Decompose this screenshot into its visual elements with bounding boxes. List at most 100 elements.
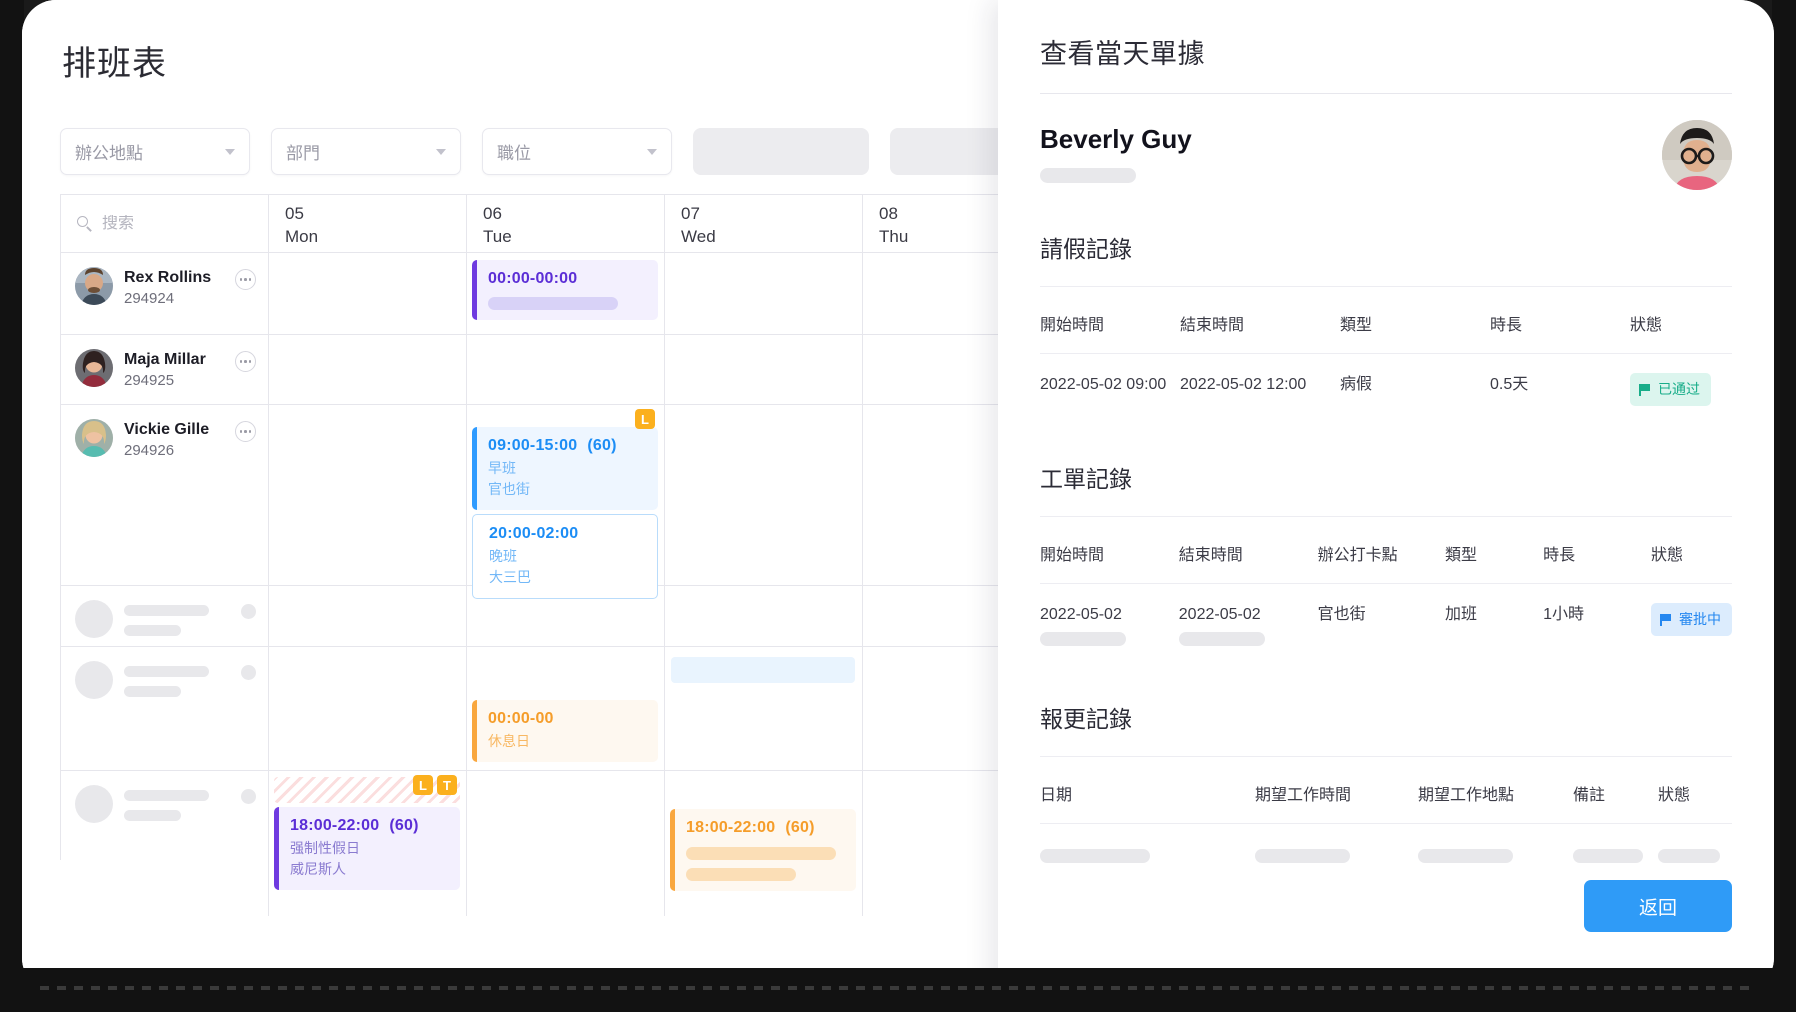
employee-text: Rex Rollins 294924 — [124, 267, 224, 310]
shift-cell-mon[interactable] — [269, 405, 467, 585]
shift-cell-wed[interactable] — [665, 586, 863, 646]
shift-card[interactable]: 09:00-15:00 (60) 早班 官也街 — [472, 427, 658, 510]
app-page: 排班表 辦公地點 部門 職位 搜索 05 Mon 06 Tue 07 Wed 0… — [22, 0, 1774, 992]
filter-office-location[interactable]: 辦公地點 — [60, 128, 250, 175]
employee-cell[interactable]: Maja Millar 294925 — [61, 335, 269, 404]
shift-time-range: 18:00-22:00 — [290, 817, 380, 834]
shift-cell-mon[interactable] — [269, 586, 467, 646]
shift-accent-bar — [472, 260, 477, 320]
shift-cell-wed[interactable] — [665, 335, 863, 404]
shift-card[interactable]: 00:00-00 休息日 — [472, 700, 658, 762]
leave-section-title: 請假記錄 — [1040, 236, 1132, 262]
shift-cell-wed[interactable] — [665, 253, 863, 334]
shift-time: 00:00-00:00 — [488, 270, 578, 287]
shift-time-range: 09:00-15:00 — [488, 437, 578, 454]
shift-cell-mon[interactable] — [269, 647, 467, 770]
badge-overtime-icon: T — [437, 775, 457, 795]
schedule-grid: 05 Mon 06 Tue 07 Wed 08 Thu — [60, 194, 1061, 916]
search-input[interactable] — [102, 214, 232, 233]
shift-name: 晚班 — [489, 548, 517, 564]
workorder-records-table: 開始時間 結束時間 辦公打卡點 類型 時長 狀態 2022-05-02 2022… — [1040, 519, 1732, 660]
employee-cell-skeleton[interactable] — [61, 771, 269, 916]
value-skeleton — [1040, 632, 1126, 646]
day-header-mon: 05 Mon — [269, 195, 467, 252]
avatar-skeleton — [75, 785, 113, 823]
shift-card[interactable]: 00:00-00:00 — [472, 260, 658, 320]
shift-cell-wed[interactable]: 18:00-22:00 (60) — [665, 771, 863, 916]
shift-card[interactable]: 18:00-22:00 (60) 强制性假日 威尼斯人 — [274, 807, 460, 890]
row-more-options-icon[interactable] — [235, 351, 256, 372]
employee-cell[interactable]: Vickie Gille 294926 — [61, 405, 269, 585]
employee-cell-skeleton[interactable] — [61, 647, 269, 770]
shift-skeleton-line — [686, 847, 836, 860]
filter-department-label: 部門 — [286, 144, 320, 163]
shift-cell-tue[interactable] — [467, 335, 665, 404]
flag-icon — [1639, 383, 1651, 396]
chevron-down-icon — [436, 148, 446, 155]
filter-placeholder-1[interactable] — [693, 128, 869, 175]
shift-cell-tue[interactable] — [467, 586, 665, 646]
value-skeleton — [1040, 849, 1150, 863]
shift-location: 威尼斯人 — [290, 861, 346, 877]
day-name: Mon — [285, 227, 319, 246]
employee-id: 294926 — [124, 442, 175, 459]
col-status: 狀態 — [1630, 289, 1732, 354]
workorder-section-title: 工單記錄 — [1040, 466, 1132, 492]
avatar — [1662, 120, 1732, 190]
shift-cell-tue[interactable]: 00:00-00:00 — [467, 253, 665, 334]
shift-skeleton-line — [488, 297, 618, 310]
shift-cell-wed[interactable] — [665, 405, 863, 585]
shift-cell-mon[interactable]: L T 18:00-22:00 (60) 强制性假日 威尼斯人 — [269, 771, 467, 916]
day-number: 06 — [483, 204, 502, 223]
col-checkpoint: 辦公打卡點 — [1317, 519, 1445, 584]
shift-name: 强制性假日 — [290, 840, 360, 856]
day-header-wed: 07 Wed — [665, 195, 863, 252]
row-more-options-icon[interactable] — [235, 421, 256, 442]
shift-cell-mon[interactable] — [269, 253, 467, 334]
employee-cell[interactable]: Rex Rollins 294924 — [61, 253, 269, 334]
shift-accent-bar — [472, 700, 477, 762]
shift-cell-tue[interactable]: L 09:00-15:00 (60) 早班 官也街 20:00-02:00 晚班… — [467, 405, 665, 599]
shift-time: 09:00-15:00 (60) — [488, 437, 648, 455]
shift-time: 20:00-02:00 — [489, 525, 579, 542]
value-skeleton — [1255, 849, 1350, 863]
leave-type: 病假 — [1340, 376, 1373, 393]
shift-cell-tue[interactable]: 00:00-00 休息日 — [467, 647, 665, 770]
filter-department[interactable]: 部門 — [271, 128, 461, 175]
person-subtitle-skeleton — [1040, 168, 1136, 183]
bottom-bar-dashes — [40, 986, 1756, 990]
shift-cell-mon[interactable] — [269, 335, 467, 404]
workorder-checkpoint: 官也街 — [1317, 606, 1366, 623]
divider — [1040, 93, 1732, 94]
shiftchange-expected-location-cell — [1418, 824, 1573, 878]
shiftchange-date-cell — [1040, 824, 1255, 878]
row-more-options-skeleton — [241, 665, 256, 680]
filter-position[interactable]: 職位 — [482, 128, 672, 175]
back-button[interactable]: 返回 — [1584, 880, 1732, 932]
shift-time: 18:00-22:00 (60) — [290, 817, 450, 835]
row-more-options-icon[interactable] — [235, 269, 256, 290]
workorder-end-time: 2022-05-02 — [1178, 606, 1261, 623]
flag-icon — [1660, 613, 1672, 626]
status-badge: 審批中 — [1651, 603, 1732, 636]
avatar — [75, 349, 113, 387]
employee-cell-skeleton[interactable] — [61, 586, 269, 646]
shift-card[interactable]: 18:00-22:00 (60) — [670, 809, 856, 891]
employee-id: 294924 — [124, 290, 175, 307]
table-row: 2022-05-02 09:00 2022-05-02 12:00 病假 0.5… — [1040, 354, 1732, 421]
status-badge: 已通过 — [1630, 373, 1711, 406]
divider — [1040, 516, 1732, 517]
col-start-time: 開始時間 — [1040, 289, 1180, 354]
shift-badge-group: L — [635, 409, 655, 429]
workorder-duration: 1小時 — [1543, 606, 1584, 623]
employee-text-skeleton — [124, 785, 230, 821]
shift-cell-wed[interactable] — [665, 647, 863, 770]
day-name: Tue — [483, 227, 512, 246]
device-bezel-left — [0, 0, 24, 1012]
shift-cell-tue[interactable] — [467, 771, 665, 916]
shift-accent-bar — [274, 807, 279, 890]
workorder-start-time-cell: 2022-05-02 — [1040, 584, 1179, 661]
filter-bar: 辦公地點 部門 職位 — [60, 128, 1066, 175]
status-label: 已通过 — [1658, 381, 1700, 397]
screen-root: 排班表 辦公地點 部門 職位 搜索 05 Mon 06 Tue 07 Wed 0… — [0, 0, 1796, 1012]
